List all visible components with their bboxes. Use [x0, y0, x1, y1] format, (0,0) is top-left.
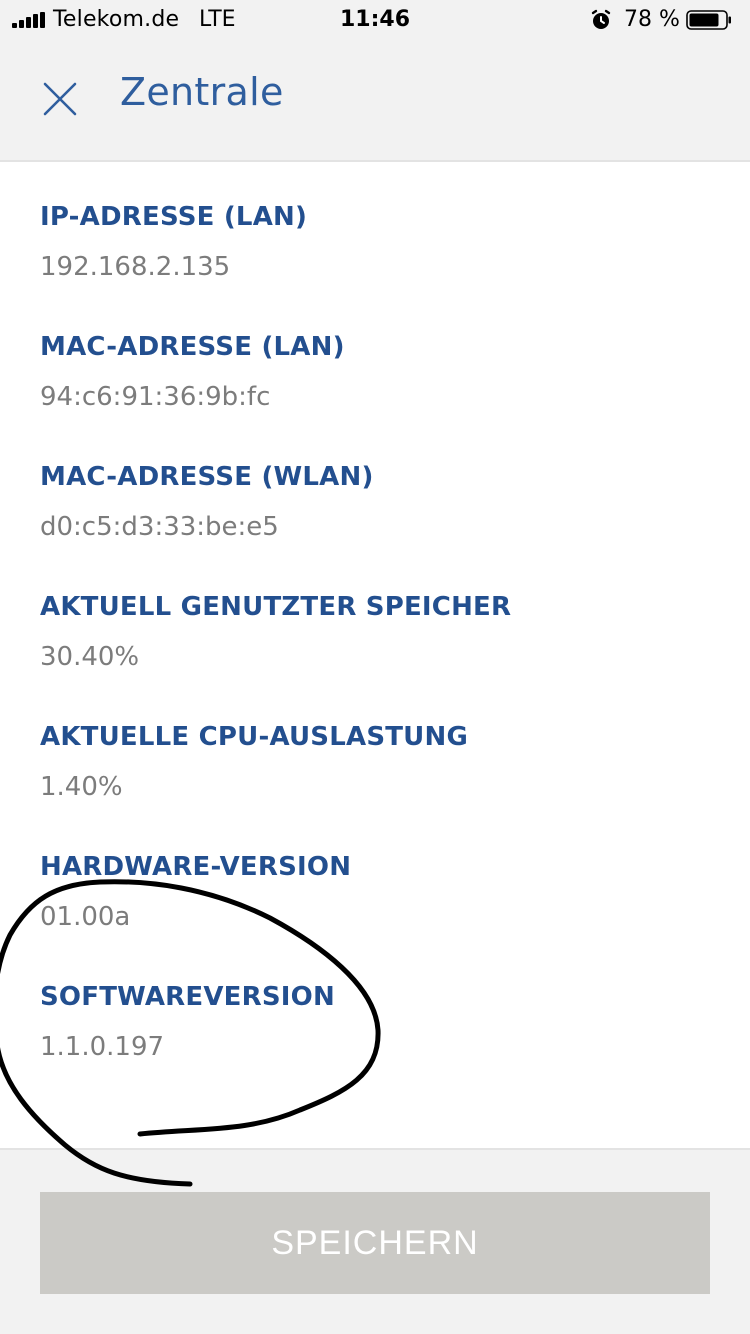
save-button[interactable]: SPEICHERN	[40, 1192, 710, 1294]
app-screen: Telekom.de LTE 11:46 78 % Zentrale IP-AD…	[0, 0, 750, 1334]
close-icon[interactable]	[36, 75, 84, 123]
info-label: AKTUELL GENUTZTER SPEICHER	[40, 592, 512, 622]
info-cpu-load: AKTUELLE CPU-AUSLASTUNG 1.40%	[40, 722, 720, 832]
info-value: 94:c6:91:36:9b:fc	[40, 382, 271, 412]
footer: SPEICHERN	[0, 1148, 750, 1334]
info-label: HARDWARE-VERSION	[40, 852, 352, 882]
info-value: 01.00a	[40, 902, 131, 932]
info-list: IP-ADRESSE (LAN) 192.168.2.135 MAC-ADRES…	[0, 162, 750, 1148]
page-title: Zentrale	[120, 70, 284, 114]
info-memory-usage: AKTUELL GENUTZTER SPEICHER 30.40%	[40, 592, 720, 702]
info-software-version: SOFTWAREVERSION 1.1.0.197	[40, 982, 720, 1092]
battery-percent: 78 %	[624, 7, 680, 32]
info-label: MAC-ADRESSE (WLAN)	[40, 462, 374, 492]
status-bar: Telekom.de LTE 11:46 78 %	[0, 0, 750, 40]
info-value: 192.168.2.135	[40, 252, 231, 282]
info-mac-wlan: MAC-ADRESSE (WLAN) d0:c5:d3:33:be:e5	[40, 462, 720, 572]
info-value: d0:c5:d3:33:be:e5	[40, 512, 279, 542]
info-value: 1.40%	[40, 772, 123, 802]
battery-icon	[686, 10, 731, 30]
info-label: AKTUELLE CPU-AUSLASTUNG	[40, 722, 468, 752]
header: Zentrale	[0, 40, 750, 162]
info-value: 1.1.0.197	[40, 1032, 165, 1062]
alarm-icon	[591, 9, 611, 29]
info-mac-lan: MAC-ADRESSE (LAN) 94:c6:91:36:9b:fc	[40, 332, 720, 442]
info-label: SOFTWAREVERSION	[40, 982, 335, 1012]
info-value: 30.40%	[40, 642, 140, 672]
info-hardware-version: HARDWARE-VERSION 01.00a	[40, 852, 720, 962]
info-ip-lan: IP-ADRESSE (LAN) 192.168.2.135	[40, 202, 720, 312]
info-label: IP-ADRESSE (LAN)	[40, 202, 308, 232]
info-label: MAC-ADRESSE (LAN)	[40, 332, 345, 362]
